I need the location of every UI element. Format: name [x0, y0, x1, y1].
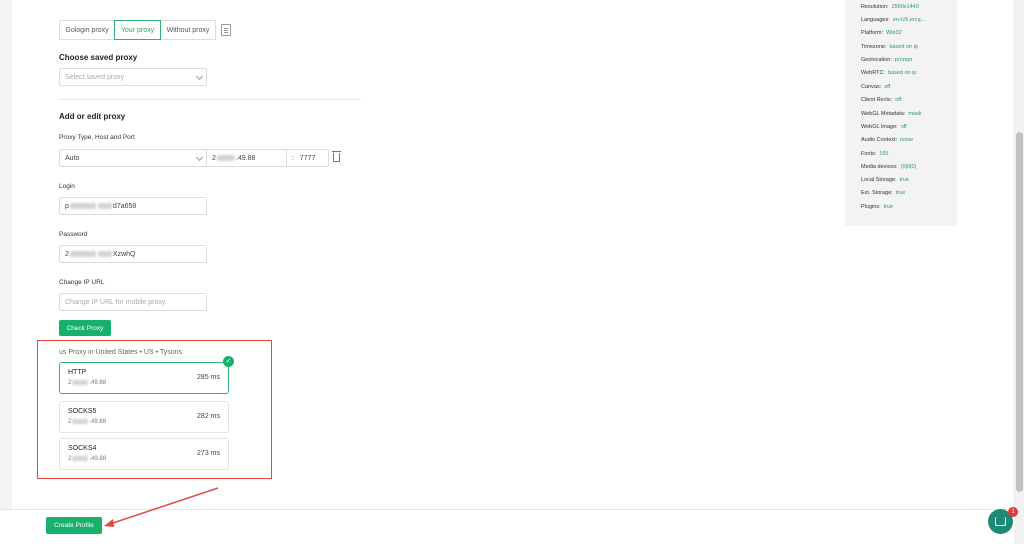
chat-notification-badge: 1: [1008, 507, 1018, 517]
chat-icon: [995, 517, 1006, 526]
annotation-arrow-line: [109, 487, 219, 525]
annotation-arrow: [104, 487, 219, 527]
annotation-arrow-head: [104, 519, 114, 527]
tab-your-proxy[interactable]: Your proxy: [114, 20, 161, 40]
